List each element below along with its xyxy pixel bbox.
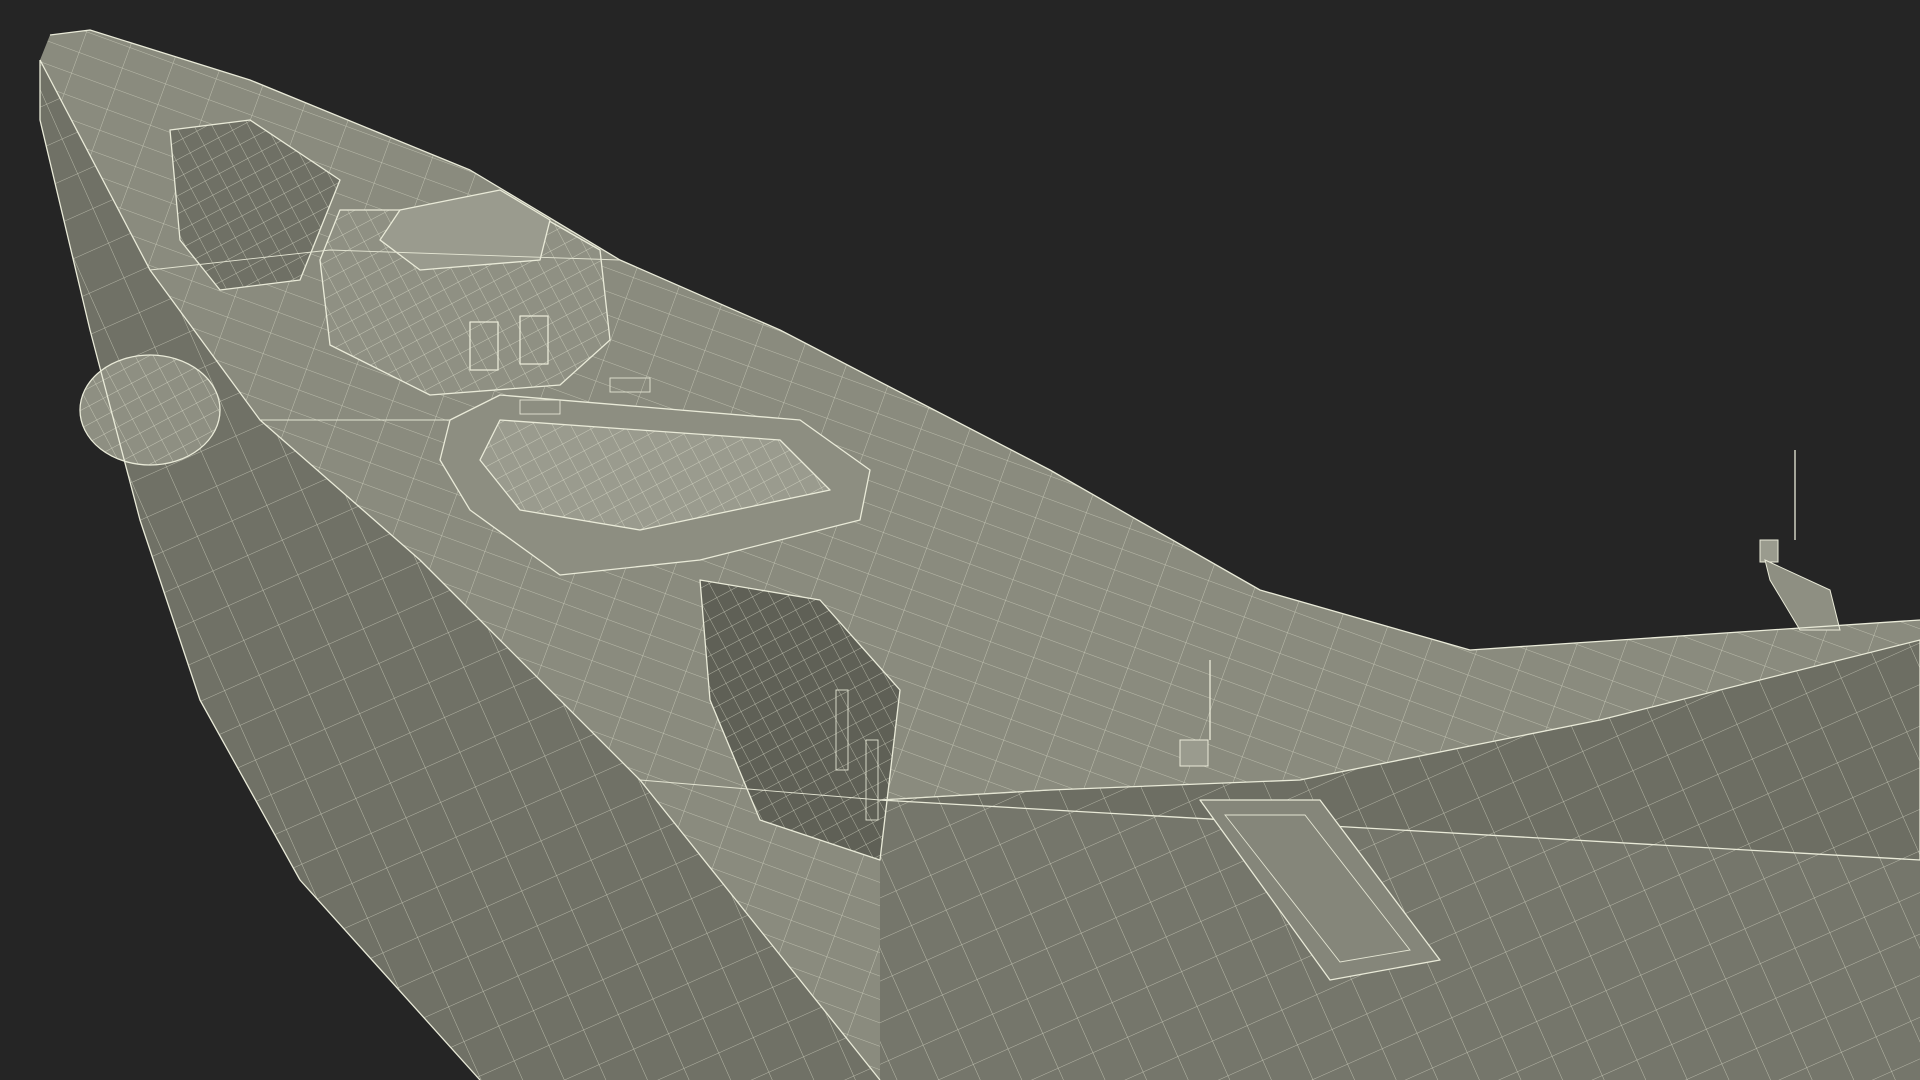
antenna-mast xyxy=(1759,450,1841,631)
3d-viewport xyxy=(0,0,1920,1080)
ship-render xyxy=(39,29,1920,1080)
